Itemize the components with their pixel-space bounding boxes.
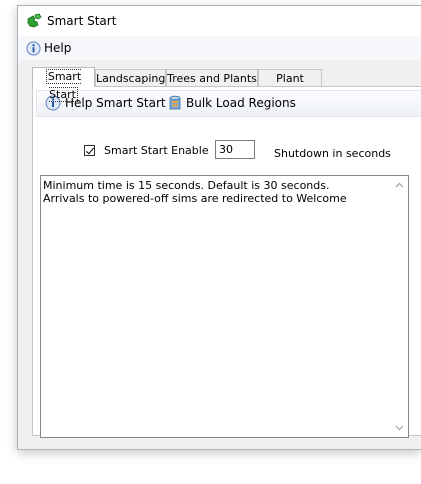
menu-bar: Help [18, 36, 421, 60]
vertical-scrollbar[interactable] [391, 176, 408, 437]
help-menu[interactable]: Help [26, 39, 71, 57]
tab-smart-start[interactable]: Smart Start [32, 67, 95, 102]
help-smart-start-label: Help Smart Start [65, 96, 166, 110]
smart-start-enable-row: Smart Start Enable [84, 143, 209, 158]
help-menu-label: Help [44, 41, 72, 55]
info-line-1: Minimum time is 15 seconds. Default is 3… [43, 179, 330, 192]
tab-strip: Smart Start Landscaping Trees and Plants… [32, 67, 421, 102]
scroll-down-icon[interactable] [395, 423, 404, 432]
tab-label: Smart Start [45, 69, 82, 102]
tab-plant-editor[interactable]: Plant Editor [258, 69, 322, 102]
info-textbox[interactable]: Minimum time is 15 seconds. Default is 3… [40, 175, 409, 438]
green-puzzle-icon [27, 13, 42, 28]
smart-start-enable-checkbox[interactable] [84, 145, 95, 156]
smart-start-window: Smart Start Help Smart Start Landscaping… [17, 5, 421, 450]
info-text: Minimum time is 15 seconds. Default is 3… [43, 179, 388, 205]
info-line-2: Arrivals to powered-off sims are redirec… [43, 192, 347, 205]
bulk-load-regions-label: Bulk Load Regions [186, 96, 296, 110]
info-icon [26, 40, 41, 56]
database-icon [169, 95, 181, 110]
smart-start-enable-label: Smart Start Enable [104, 144, 209, 157]
tab-trees-and-plants[interactable]: Trees and Plants [166, 69, 258, 86]
tab-label: Trees and Plants [167, 72, 257, 85]
bulk-load-regions-button[interactable]: Bulk Load Regions [168, 94, 296, 112]
shutdown-seconds-label: Shutdown in seconds [274, 147, 391, 160]
tab-label: Landscaping [96, 72, 166, 85]
shutdown-seconds-input[interactable] [215, 140, 255, 159]
window-title: Smart Start [47, 14, 117, 28]
scroll-up-icon[interactable] [395, 181, 404, 190]
title-bar: Smart Start [18, 6, 421, 36]
smart-start-panel: Help Smart Start Bulk Load Regions Smart… [32, 86, 421, 438]
tab-landscaping[interactable]: Landscaping [95, 69, 166, 86]
toolbar: Help Smart Start Bulk Load Regions [36, 90, 421, 117]
